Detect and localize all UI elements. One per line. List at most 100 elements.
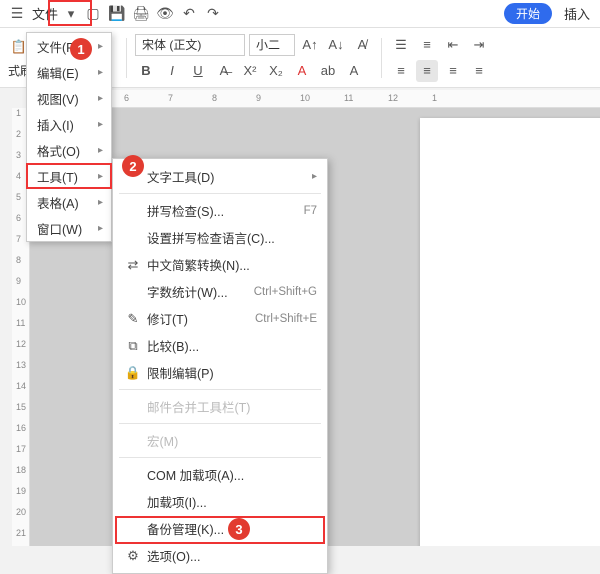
callout-badge-3: 3 <box>228 518 250 540</box>
submenu-item-2[interactable]: 设置拼写检查语言(C)... <box>113 224 327 251</box>
align-left-icon[interactable]: ≡ <box>390 60 412 82</box>
align-center-icon[interactable]: ≡ <box>416 60 438 82</box>
increase-font-icon[interactable]: A↑ <box>299 34 321 56</box>
highlight-button[interactable]: ab <box>317 60 339 82</box>
menu-divider <box>119 389 321 390</box>
horizontal-ruler: 4567891011121 <box>30 90 600 108</box>
chevron-right-icon: ▸ <box>98 119 103 130</box>
qat-save-icon[interactable]: 💾 <box>106 3 128 25</box>
mainmenu-item-3[interactable]: 插入(I) ▸ <box>27 111 111 137</box>
bold-button[interactable]: B <box>135 60 157 82</box>
submenu-item-label: 加载项(I)... <box>143 492 317 511</box>
ruler-h-tick: 10 <box>300 93 310 103</box>
number-list-icon[interactable]: ≡ <box>416 34 438 56</box>
submenu-item-13[interactable]: ⚙选项(O)... <box>113 542 327 569</box>
submenu-item-1[interactable]: 拼写检查(S)...F7 <box>113 197 327 224</box>
submenu-item-7[interactable]: 🔒限制编辑(P) <box>113 359 327 386</box>
submenu-item-8: 邮件合并工具栏(T) <box>113 393 327 420</box>
align-justify-icon[interactable]: ≡ <box>468 60 490 82</box>
ruler-h-tick: 9 <box>256 93 261 103</box>
ruler-v-tick: 4 <box>16 171 21 181</box>
ruler-v-tick: 5 <box>16 192 21 202</box>
ruler-h-tick: 8 <box>212 93 217 103</box>
submenu-item-label: 文字工具(D) <box>143 167 312 186</box>
submenu-item-6[interactable]: ⧉比较(B)... <box>113 332 327 359</box>
ruler-v-tick: 3 <box>16 150 21 160</box>
ruler-v-tick: 18 <box>16 465 26 475</box>
submenu-item-11[interactable]: 加载项(I)... <box>113 488 327 515</box>
ruler-v-tick: 11 <box>16 318 25 328</box>
file-dropdown-icon[interactable]: ▾ <box>62 3 80 25</box>
italic-button[interactable]: I <box>161 60 183 82</box>
submenu-item-5[interactable]: ✎修订(T)Ctrl+Shift+E <box>113 305 327 332</box>
underline-button[interactable]: U <box>187 60 209 82</box>
mainmenu-item-1[interactable]: 编辑(E)▸ <box>27 59 111 85</box>
mainmenu-item-label: 插入(I) <box>37 115 74 134</box>
qat-undo-icon[interactable]: ↶ <box>178 3 200 25</box>
indent-inc-icon[interactable]: ⇥ <box>468 34 490 56</box>
ruler-v-tick: 19 <box>16 486 26 496</box>
submenu-item-4[interactable]: 字数统计(W)...Ctrl+Shift+G <box>113 278 327 305</box>
submenu-item-label: 拼写检查(S)... <box>143 201 304 220</box>
ruler-v-tick: 12 <box>16 339 26 349</box>
mainmenu-item-2[interactable]: 视图(V)▸ <box>27 85 111 111</box>
font-name-select[interactable]: 宋体 (正文) <box>135 34 245 56</box>
mainmenu-item-label: 编辑(E) <box>37 63 79 82</box>
ruler-v-tick: 21 <box>16 528 26 538</box>
mainmenu-item-5[interactable]: 工具(T)▸ <box>27 163 111 189</box>
callout-badge-2: 2 <box>122 155 144 177</box>
start-button[interactable]: 开始 <box>504 3 552 24</box>
main-menu-dropdown: 文件(F)▸编辑(E)▸视图(V)▸插入(I)▸格式(O)▸工具(T)▸表格(A… <box>26 32 112 242</box>
callout-badge-1: 1 <box>70 38 92 60</box>
character-shading-button[interactable]: A <box>343 60 365 82</box>
submenu-item-0[interactable]: 文字工具(D)▸ <box>113 163 327 190</box>
ruler-v-tick: 1 <box>16 108 21 118</box>
align-right-icon[interactable]: ≡ <box>442 60 464 82</box>
ruler-v-tick: 15 <box>16 402 26 412</box>
submenu-item-label: COM 加载项(A)... <box>143 465 317 484</box>
mainmenu-item-4[interactable]: 格式(O)▸ <box>27 137 111 163</box>
mainmenu-item-6[interactable]: 表格(A)▸ <box>27 189 111 215</box>
mainmenu-item-label: 窗口(W) <box>37 219 82 238</box>
bullet-list-icon[interactable]: ☰ <box>390 34 412 56</box>
subscript-button[interactable]: X₂ <box>265 60 287 82</box>
mainmenu-item-7[interactable]: 窗口(W)▸ <box>27 215 111 241</box>
ruler-h-tick: 7 <box>168 93 173 103</box>
submenu-item-label: 中文简繁转换(N)... <box>143 255 317 274</box>
chevron-right-icon: ▸ <box>98 41 103 52</box>
decrease-font-icon[interactable]: A↓ <box>325 34 347 56</box>
insert-tab-label[interactable]: 插入 <box>554 4 594 23</box>
menu-icon[interactable]: ☰ <box>6 3 28 25</box>
qat-redo-icon[interactable]: ↷ <box>202 3 224 25</box>
mainmenu-item-label: 格式(O) <box>37 141 80 160</box>
ruler-v-tick: 8 <box>16 255 21 265</box>
submenu-item-12[interactable]: 备份管理(K)... <box>113 515 327 542</box>
indent-dec-icon[interactable]: ⇤ <box>442 34 464 56</box>
file-menu-label[interactable]: 文件 <box>30 4 60 23</box>
submenu-item-label: 宏(M) <box>143 431 317 450</box>
font-size-select[interactable]: 小二 <box>249 34 295 56</box>
menu-divider <box>119 193 321 194</box>
gear-icon: ⚙ <box>123 548 143 564</box>
qat-preview-icon[interactable]: 👁 <box>154 3 176 25</box>
submenu-item-3[interactable]: ⇄中文简繁转换(N)... <box>113 251 327 278</box>
submenu-item-label: 邮件合并工具栏(T) <box>143 397 317 416</box>
superscript-button[interactable]: X² <box>239 60 261 82</box>
ruler-v-tick: 20 <box>16 507 26 517</box>
qat-print-icon[interactable]: 🖨 <box>130 3 152 25</box>
ruler-v-tick: 2 <box>16 129 21 139</box>
qat-new-icon[interactable]: ▢ <box>82 3 104 25</box>
lock-icon: 🔒 <box>123 365 143 381</box>
submenu-item-label: 限制编辑(P) <box>143 363 317 382</box>
clear-format-icon[interactable]: A̸ <box>351 34 373 56</box>
strike-button[interactable]: A̶ <box>213 60 235 82</box>
ruler-v-tick: 7 <box>16 234 21 244</box>
submenu-shortcut: Ctrl+Shift+G <box>254 286 317 298</box>
document-page[interactable] <box>420 118 600 546</box>
submenu-item-10[interactable]: COM 加载项(A)... <box>113 461 327 488</box>
tools-submenu: 文字工具(D)▸ 拼写检查(S)...F7设置拼写检查语言(C)...⇄中文简繁转… <box>112 158 328 574</box>
font-color-button[interactable]: A <box>291 60 313 82</box>
submenu-shortcut: Ctrl+Shift+E <box>255 313 317 325</box>
chevron-right-icon: ▸ <box>312 171 317 182</box>
mainmenu-item-0[interactable]: 文件(F)▸ <box>27 33 111 59</box>
